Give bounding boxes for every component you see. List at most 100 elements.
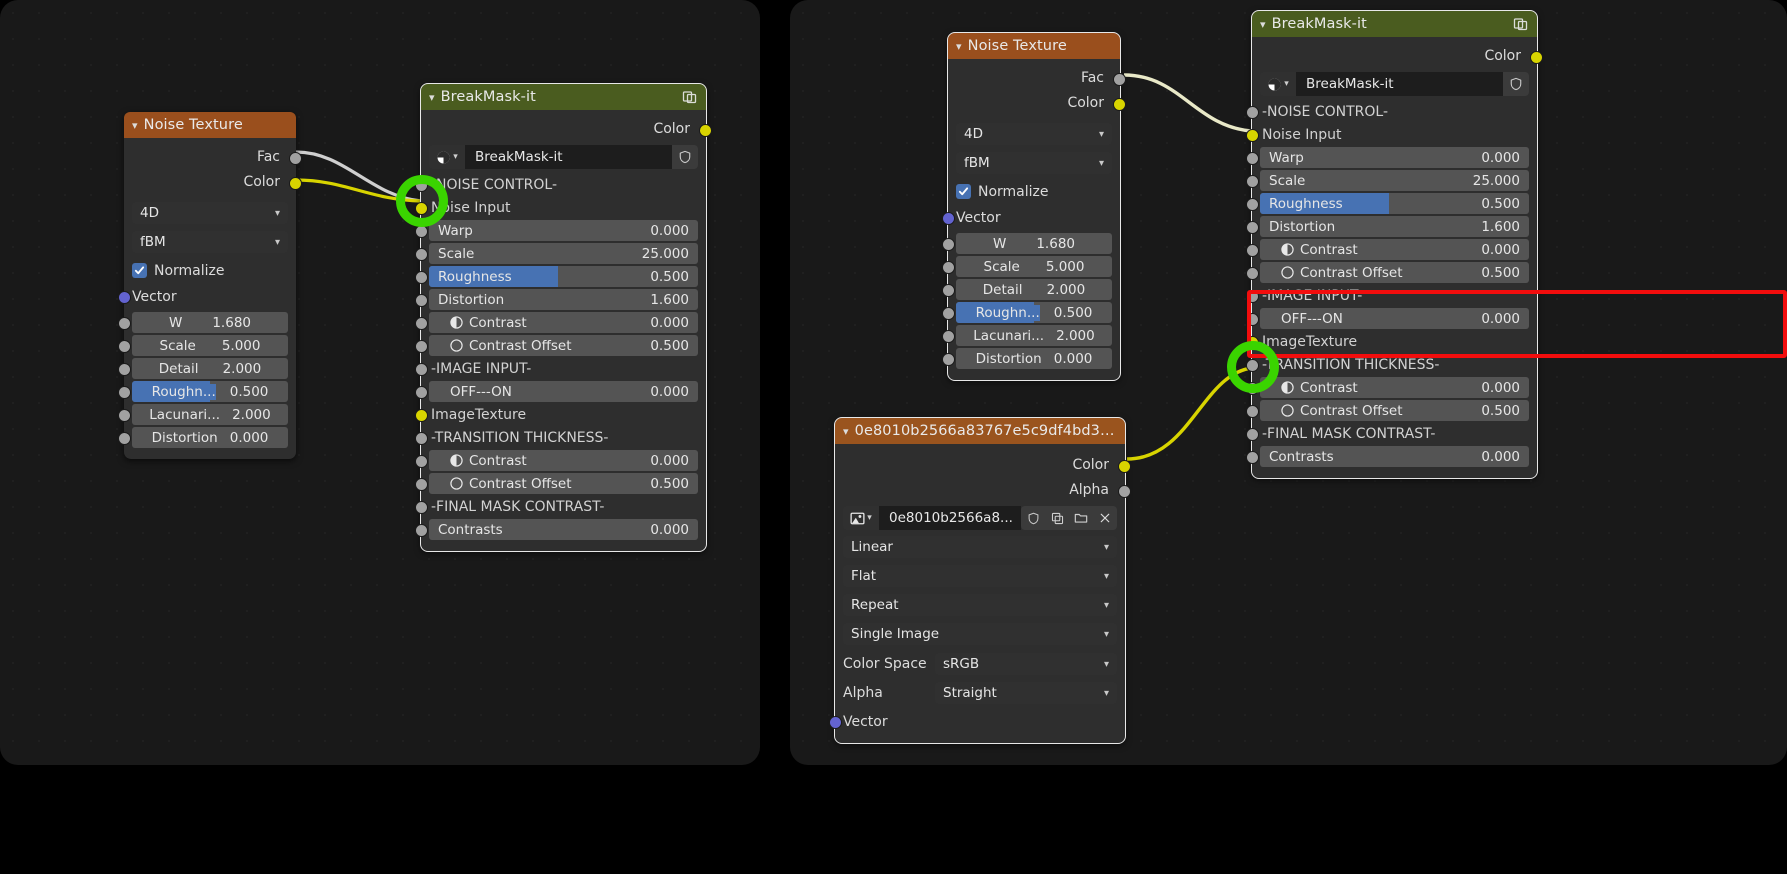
collapse-chevron-icon[interactable]: ▾ [843,425,849,438]
collapse-chevron-icon[interactable]: ▾ [132,119,138,132]
socket-in-contrasts[interactable] [1246,451,1259,464]
value-field-roughness[interactable]: Roughn... 0.500 [956,302,1112,323]
value-field-contrasts[interactable]: Contrasts 0.000 [429,519,698,540]
value-field-detail[interactable]: Detail 2.000 [132,358,288,379]
dropdown-dimension[interactable]: 4D ▾ [132,202,288,224]
node-group-edit-icon[interactable] [682,89,698,105]
socket-out-fac[interactable] [289,152,302,165]
value-field-w[interactable]: W 1.680 [132,312,288,333]
value-field-warp[interactable]: Warp 0.000 [429,220,698,241]
socket-in-contrast[interactable] [415,317,428,330]
socket-in-distortion[interactable] [415,294,428,307]
socket-in-distortion[interactable] [118,432,131,445]
socket-in-imagetexture[interactable] [415,409,428,422]
dropdown-color-space[interactable]: sRGB ▾ [935,653,1117,675]
socket-in-contrast[interactable] [1246,244,1259,257]
value-field-detail[interactable]: Detail 2.000 [956,279,1112,300]
value-field-contrasts[interactable]: Contrasts 0.000 [1260,446,1529,467]
node-breakmask-group-left[interactable]: ▾ BreakMask-it Color ▾ [421,84,706,551]
socket-in-roughness[interactable] [415,271,428,284]
socket-out-color[interactable] [1113,98,1126,111]
nodetree-browse-button[interactable]: ▾ [1260,72,1296,96]
value-field-contrast-offset[interactable]: Contrast Offset 0.500 [429,335,698,356]
socket-in-w[interactable] [942,238,955,251]
dropdown-source[interactable]: Single Image ▾ [843,623,1117,645]
group-name-field[interactable]: BreakMask-it [1296,72,1503,96]
socket-in-detail[interactable] [942,284,955,297]
value-field-contrast-offset[interactable]: Contrast Offset 0.500 [1260,262,1529,283]
socket-in-lacunarity[interactable] [118,409,131,422]
node-header-breakmask[interactable]: ▾ BreakMask-it [421,84,706,110]
value-field-scale[interactable]: Scale 5.000 [956,256,1112,277]
normalize-checkbox[interactable] [956,184,971,199]
value-field-contrast[interactable]: Contrast 0.000 [429,312,698,333]
value-field-distortion[interactable]: Distortion 0.000 [956,348,1112,369]
socket-in-contrast-offset-2[interactable] [415,478,428,491]
socket-in-contrast-offset[interactable] [1246,267,1259,280]
dropdown-noise-type[interactable]: fBM ▾ [956,152,1112,174]
node-breakmask-group-right[interactable]: ▾ BreakMask-it Color ▾ [1252,11,1537,478]
new-image-button[interactable] [1045,506,1069,530]
collapse-chevron-icon[interactable]: ▾ [429,91,435,104]
socket-in-vector[interactable] [118,291,131,304]
dropdown-noise-type[interactable]: fBM ▾ [132,231,288,253]
collapse-chevron-icon[interactable]: ▾ [1260,18,1266,31]
socket-in-contrasts[interactable] [415,524,428,537]
value-field-warp[interactable]: Warp 0.000 [1260,147,1529,168]
node-header-noise-texture[interactable]: ▾ Noise Texture [124,112,296,138]
right-node-editor-panel[interactable]: ▾ Noise Texture Fac Color 4D ▾ fBM [790,0,1787,765]
socket-in-detail[interactable] [118,363,131,376]
node-noise-texture-left[interactable]: ▾ Noise Texture Fac Color 4D ▾ fBM [124,112,296,459]
socket-in-w[interactable] [118,317,131,330]
node-group-edit-icon[interactable] [1513,16,1529,32]
dropdown-dimension[interactable]: 4D ▾ [956,123,1112,145]
socket-in-vector[interactable] [942,212,955,225]
image-browse-button[interactable]: ▾ [843,506,879,530]
socket-in-distortion[interactable] [942,353,955,366]
socket-in-off-on[interactable] [415,386,428,399]
socket-in-noise-control[interactable] [1246,106,1259,119]
fake-user-button[interactable] [1503,72,1529,96]
fake-user-button[interactable] [672,145,698,169]
fake-user-button[interactable] [1021,506,1045,530]
socket-in-scale[interactable] [118,340,131,353]
socket-in-lacunarity[interactable] [942,330,955,343]
value-field-scale[interactable]: Scale 5.000 [132,335,288,356]
socket-in-scale[interactable] [1246,175,1259,188]
socket-in-vector[interactable] [829,716,842,729]
value-field-contrast-2[interactable]: Contrast 0.000 [429,450,698,471]
value-field-w[interactable]: W 1.680 [956,233,1112,254]
node-header-noise-texture[interactable]: ▾ Noise Texture [948,33,1120,59]
dropdown-extension[interactable]: Repeat ▾ [843,594,1117,616]
socket-in-roughness[interactable] [942,307,955,320]
socket-in-scale[interactable] [415,248,428,261]
value-field-distortion[interactable]: Distortion 1.600 [1260,216,1529,237]
value-field-lacunarity[interactable]: Lacunari... 2.000 [132,404,288,425]
image-name-field[interactable]: 0e8010b2566a8... [879,506,1021,530]
node-header-image-texture[interactable]: ▾ 0e8010b2566a83767e5c9df4bd3dc7... [835,418,1125,444]
socket-in-roughness[interactable] [118,386,131,399]
socket-in-distortion[interactable] [1246,221,1259,234]
socket-in-contrast-2[interactable] [415,455,428,468]
socket-out-fac[interactable] [1113,73,1126,86]
value-field-scale[interactable]: Scale 25.000 [429,243,698,264]
collapse-chevron-icon[interactable]: ▾ [956,40,962,53]
socket-out-color[interactable] [699,124,712,137]
unlink-image-button[interactable] [1093,506,1117,530]
normalize-checkbox[interactable] [132,263,147,278]
left-node-editor-panel[interactable]: ▾ Noise Texture Fac Color 4D ▾ fBM [0,0,760,765]
socket-out-color[interactable] [289,177,302,190]
value-field-roughness[interactable]: Roughness 0.500 [1260,193,1529,214]
value-field-lacunarity[interactable]: Lacunari... 2.000 [956,325,1112,346]
open-image-button[interactable] [1069,506,1093,530]
value-field-distortion[interactable]: Distortion 1.600 [429,289,698,310]
socket-in-final-mask[interactable] [1246,428,1259,441]
value-field-contrast[interactable]: Contrast 0.000 [1260,239,1529,260]
value-field-roughness[interactable]: Roughness 0.500 [429,266,698,287]
socket-in-image-input[interactable] [415,363,428,376]
group-name-field[interactable]: BreakMask-it [465,145,672,169]
value-field-contrast-offset-2[interactable]: Contrast Offset 0.500 [429,473,698,494]
dropdown-alpha-mode[interactable]: Straight ▾ [935,682,1117,704]
socket-in-contrast-offset-2[interactable] [1246,405,1259,418]
value-field-off-on[interactable]: OFF---ON 0.000 [429,381,698,402]
